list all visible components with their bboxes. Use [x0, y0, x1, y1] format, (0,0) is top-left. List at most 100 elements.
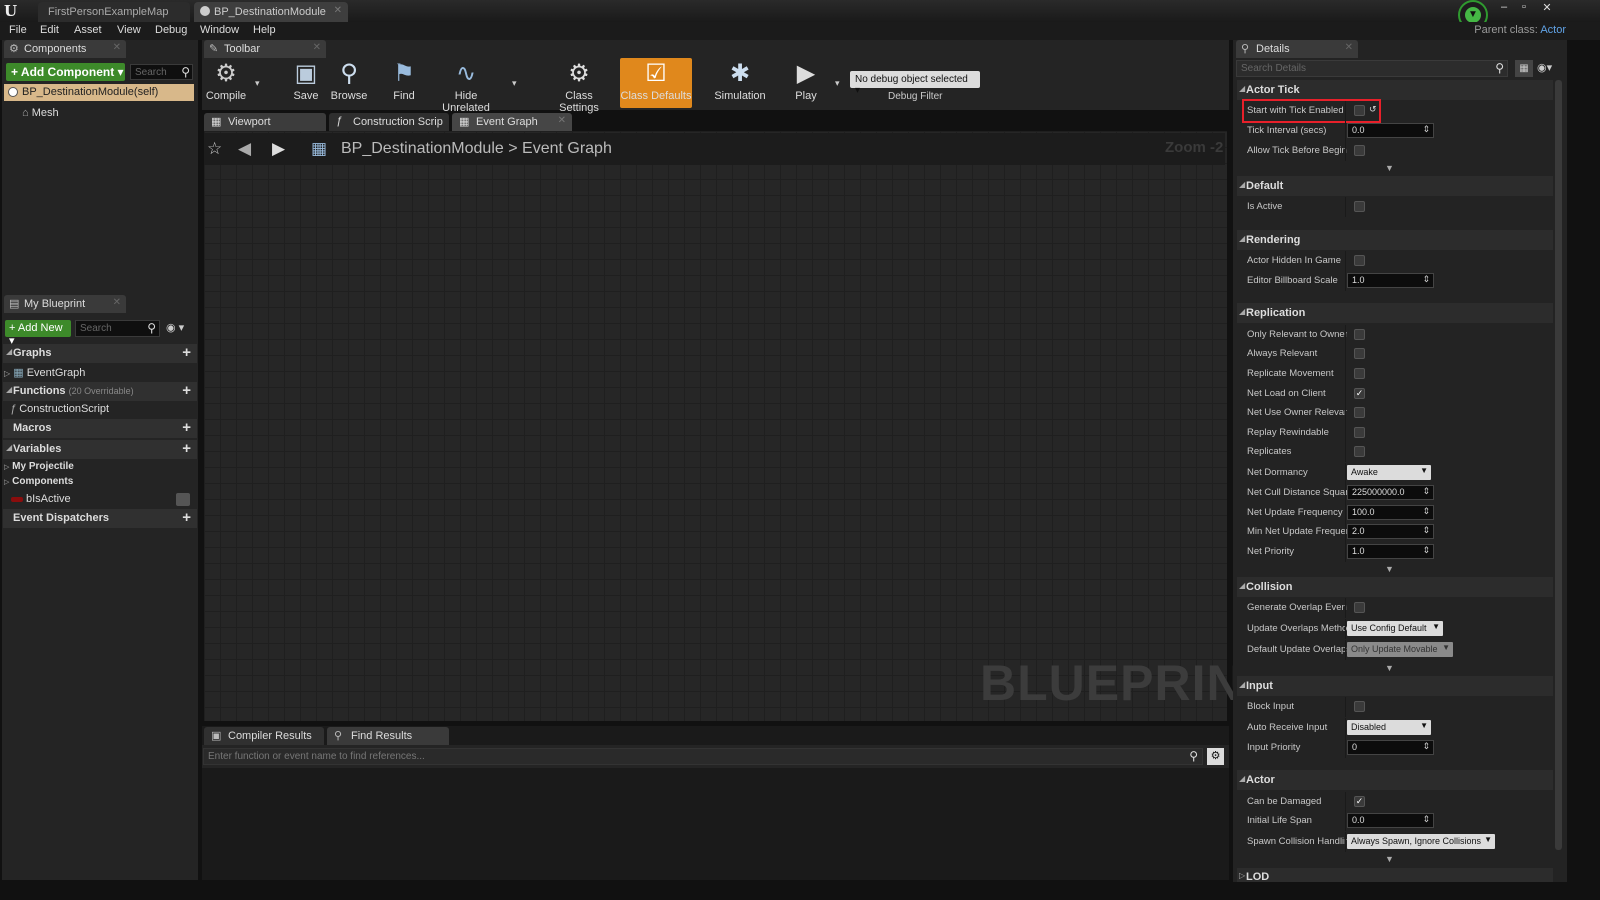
advanced-expand-icon[interactable]: ▼: [1385, 854, 1394, 864]
event-graph-canvas[interactable]: [204, 131, 1227, 721]
close-tab-icon[interactable]: ✕: [1345, 42, 1353, 53]
life-span-input[interactable]: 0.0 ⇕: [1347, 813, 1434, 828]
unreal-logo-icon[interactable]: U: [4, 2, 22, 20]
net-load-checkbox[interactable]: ✓: [1354, 388, 1365, 399]
tab-components[interactable]: ⚙ Components ✕: [4, 40, 126, 58]
menu-asset[interactable]: Asset: [74, 24, 102, 36]
component-item-mesh[interactable]: ⌂ Mesh: [22, 107, 59, 119]
doc-tab-map[interactable]: FirstPersonExampleMap: [38, 2, 190, 22]
var-group-projectile[interactable]: ▷ My Projectile: [4, 461, 74, 472]
property-matrix-icon[interactable]: ▦: [1515, 60, 1533, 77]
section-lod[interactable]: ▷ LOD: [1237, 868, 1553, 883]
close-tab-icon[interactable]: ✕: [113, 297, 121, 308]
visibility-eye-icon[interactable]: [176, 493, 190, 506]
minimize-icon[interactable]: ‒: [1495, 1, 1513, 15]
section-functions[interactable]: ◢ Functions (20 Overridable) +: [3, 382, 197, 401]
debug-object-select[interactable]: No debug object selected ▾: [850, 71, 980, 96]
close-tab-icon[interactable]: ✕: [334, 5, 342, 16]
find-button[interactable]: ⚑ Find: [386, 58, 422, 108]
block-input-checkbox[interactable]: [1354, 701, 1365, 712]
menu-edit[interactable]: Edit: [40, 24, 59, 36]
component-item-self[interactable]: BP_DestinationModule(self): [4, 84, 194, 101]
net-cull-input[interactable]: 225000000.0 ⇕: [1347, 485, 1434, 500]
section-actor-tick[interactable]: ◢ Actor Tick: [1237, 80, 1553, 100]
menu-window[interactable]: Window: [200, 24, 239, 36]
my-blueprint-search-input[interactable]: Search ⚲: [75, 320, 160, 337]
view-options-icon[interactable]: ◉ ▾: [166, 321, 184, 334]
hide-unrelated-options-icon[interactable]: ▾: [512, 78, 517, 89]
tab-my-blueprint[interactable]: ▤ My Blueprint ✕: [4, 295, 126, 313]
tab-compiler-results[interactable]: ▣ Compiler Results: [204, 727, 324, 745]
details-scrollbar[interactable]: [1555, 80, 1562, 850]
section-event-dispatchers[interactable]: Event Dispatchers +: [3, 509, 197, 528]
tab-viewport[interactable]: ▦ Viewport: [204, 113, 326, 131]
hidden-checkbox[interactable]: [1354, 255, 1365, 266]
generate-overlap-checkbox[interactable]: [1354, 602, 1365, 613]
allow-tick-checkbox[interactable]: [1354, 145, 1365, 156]
replicate-movement-checkbox[interactable]: [1354, 368, 1365, 379]
billboard-scale-input[interactable]: 1.0 ⇕: [1347, 273, 1434, 288]
add-new-button[interactable]: + Add New ▾: [5, 320, 71, 347]
details-view-options-icon[interactable]: ◉▾: [1537, 61, 1552, 74]
menu-help[interactable]: Help: [253, 24, 276, 36]
save-button[interactable]: ▣ Save: [288, 58, 324, 108]
tab-construction-script[interactable]: ƒ Construction Scrip: [329, 113, 449, 131]
tab-details[interactable]: ⚲ Details ✕: [1236, 40, 1358, 58]
components-search-input[interactable]: Search ⚲: [130, 64, 193, 80]
tree-item-construction-script[interactable]: ƒ ConstructionScript: [10, 403, 109, 415]
advanced-expand-icon[interactable]: ▼: [1385, 564, 1394, 574]
net-use-owner-checkbox[interactable]: [1354, 407, 1365, 418]
add-function-icon[interactable]: +: [182, 382, 191, 399]
add-variable-icon[interactable]: +: [182, 440, 191, 457]
var-group-components[interactable]: ▷ Components: [4, 476, 73, 487]
class-settings-button[interactable]: ⚙ Class Settings: [545, 58, 613, 114]
advanced-expand-icon[interactable]: ▼: [1385, 163, 1394, 173]
is-active-checkbox[interactable]: [1354, 201, 1365, 212]
close-tab-icon[interactable]: ✕: [113, 42, 121, 53]
replicates-checkbox[interactable]: [1354, 446, 1365, 457]
net-dormancy-select[interactable]: Awake ▼: [1347, 465, 1431, 480]
add-dispatcher-icon[interactable]: +: [182, 509, 191, 526]
section-graphs[interactable]: ◢ Graphs +: [3, 344, 197, 363]
close-tab-icon[interactable]: ✕: [558, 115, 566, 126]
class-defaults-button[interactable]: ☑ Class Defaults: [620, 58, 692, 108]
tab-event-graph[interactable]: ▦ Event Graph ✕: [452, 113, 572, 131]
section-variables[interactable]: ◢ Variables +: [3, 440, 197, 459]
section-actor[interactable]: ◢ Actor: [1237, 770, 1553, 790]
find-references-input[interactable]: Enter function or event name to find ref…: [203, 748, 1203, 765]
details-search-input[interactable]: Search Details ⚲: [1236, 60, 1508, 77]
tab-find-results[interactable]: ⚲ Find Results: [327, 727, 449, 745]
compile-options-icon[interactable]: ▾: [255, 78, 260, 89]
close-window-icon[interactable]: ✕: [1538, 1, 1556, 15]
tab-toolbar[interactable]: ✎ Toolbar ✕: [204, 40, 326, 58]
always-relevant-checkbox[interactable]: [1354, 348, 1365, 359]
breadcrumb-root[interactable]: BP_DestinationModule: [341, 140, 504, 157]
menu-view[interactable]: View: [117, 24, 141, 36]
menu-file[interactable]: File: [9, 24, 27, 36]
section-rendering[interactable]: ◢ Rendering: [1237, 230, 1553, 250]
browse-button[interactable]: ⚲ Browse: [328, 58, 370, 108]
breadcrumb-leaf[interactable]: Event Graph: [522, 140, 612, 157]
play-button[interactable]: ▶ Play: [786, 58, 826, 108]
auto-receive-select[interactable]: Disabled ▼: [1347, 720, 1431, 735]
favorite-star-icon[interactable]: ☆: [207, 139, 222, 159]
section-replication[interactable]: ◢ Replication: [1237, 303, 1553, 323]
net-update-frequency-input[interactable]: 100.0 ⇕: [1347, 505, 1434, 520]
simulation-button[interactable]: ✱ Simulation: [712, 58, 768, 108]
add-graph-icon[interactable]: +: [182, 344, 191, 361]
forward-arrow-icon[interactable]: ▶: [272, 139, 285, 159]
back-arrow-icon[interactable]: ◀: [238, 139, 251, 159]
find-in-all-blueprints-icon[interactable]: ⚙: [1207, 748, 1224, 765]
section-macros[interactable]: Macros +: [3, 419, 197, 438]
replay-rewindable-checkbox[interactable]: [1354, 427, 1365, 438]
close-tab-icon[interactable]: ✕: [313, 42, 321, 53]
can-be-damaged-checkbox[interactable]: ✓: [1354, 796, 1365, 807]
compile-button[interactable]: ⚙ Compile: [204, 58, 248, 108]
min-net-update-input[interactable]: 2.0 ⇕: [1347, 524, 1434, 539]
variable-item-bisactive[interactable]: bIsActive: [10, 492, 196, 508]
section-default[interactable]: ◢ Default: [1237, 176, 1553, 196]
add-component-button[interactable]: + Add Component ▾: [6, 63, 125, 81]
net-priority-input[interactable]: 1.0 ⇕: [1347, 544, 1434, 559]
update-overlaps-select[interactable]: Use Config Default ▼: [1347, 621, 1443, 636]
tick-interval-input[interactable]: 0.0 ⇕: [1347, 123, 1434, 138]
